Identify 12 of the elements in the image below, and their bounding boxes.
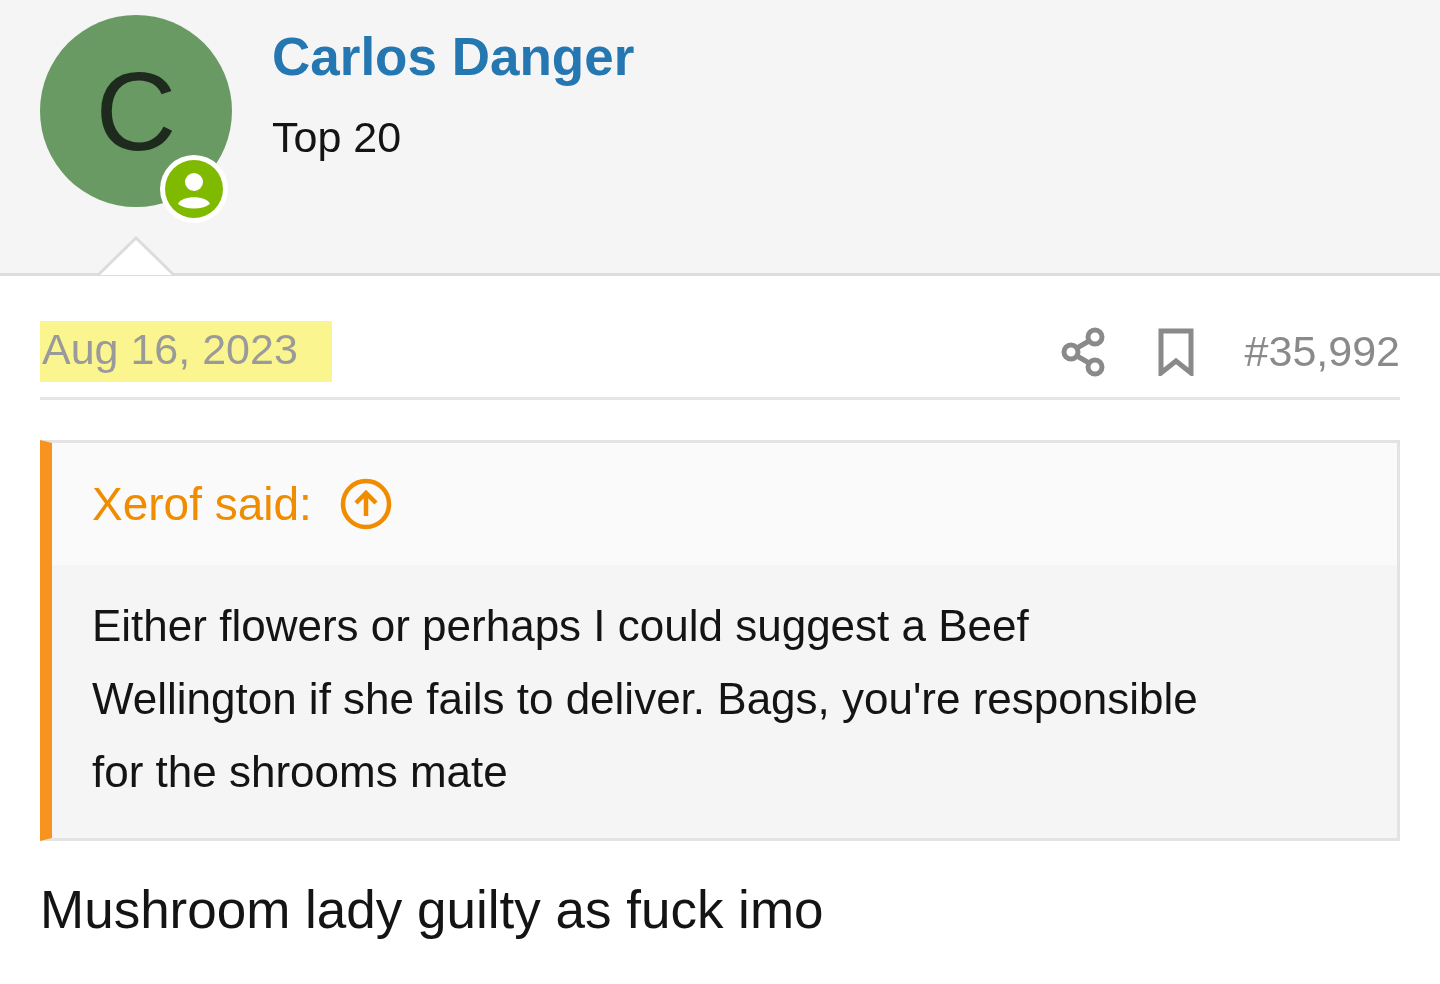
- bookmark-icon[interactable]: [1156, 327, 1195, 376]
- post-text: Mushroom lady guilty as fuck imo: [40, 879, 825, 940]
- user-rank: Top 20: [272, 113, 403, 162]
- avatar-initial: C: [95, 47, 177, 176]
- avatar[interactable]: C: [40, 15, 232, 207]
- quote-text: Either flowers or perhaps I could suggest a Beef Wellington if she fails to deliver. Bags, you're responsible for the shrooms mate: [91, 600, 1199, 798]
- author-name[interactable]: Carlos Danger: [272, 25, 635, 89]
- arrow-up-circle-icon[interactable]: [339, 478, 392, 530]
- share-icon[interactable]: [1060, 326, 1107, 377]
- quote-author[interactable]: Xerof said:: [92, 477, 312, 531]
- post-date[interactable]: Aug 16, 2023: [40, 321, 332, 382]
- post-number[interactable]: #35,992: [1244, 327, 1400, 376]
